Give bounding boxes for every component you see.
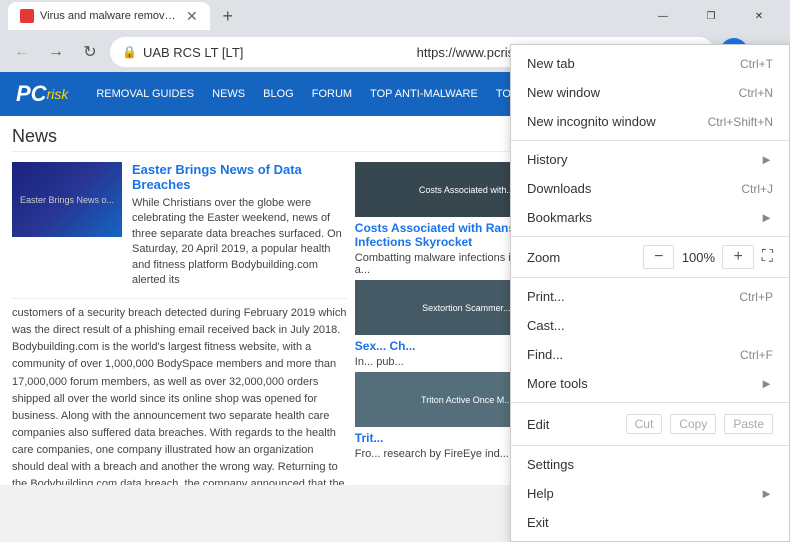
tab-close-button[interactable]: ✕ bbox=[186, 8, 198, 25]
main-article-image: Easter Brings News o... bbox=[12, 162, 122, 237]
main-article-text: While Christians over the globe were cel… bbox=[132, 196, 347, 288]
browser-tab[interactable]: Virus and malware removal instr... ✕ bbox=[8, 2, 210, 30]
more-tools-arrow-icon: ► bbox=[760, 376, 773, 391]
history-arrow-icon: ► bbox=[760, 152, 773, 167]
cut-button[interactable]: Cut bbox=[626, 414, 663, 434]
paste-button[interactable]: Paste bbox=[724, 414, 773, 434]
minimize-button[interactable]: — bbox=[640, 0, 686, 32]
menu-item-print[interactable]: Print... Ctrl+P bbox=[511, 282, 789, 311]
new-tab-button[interactable]: + bbox=[214, 2, 242, 30]
zoom-control: Zoom − 100% + ⛶ bbox=[511, 241, 789, 273]
menu-item-help[interactable]: Help ► bbox=[511, 479, 789, 508]
context-menu: New tab Ctrl+T New window Ctrl+N New inc… bbox=[510, 44, 790, 542]
zoom-value: 100% bbox=[678, 250, 718, 265]
title-bar: Virus and malware removal instr... ✕ + —… bbox=[0, 0, 790, 32]
zoom-plus-button[interactable]: + bbox=[722, 245, 753, 269]
menu-section-3: Print... Ctrl+P Cast... Find... Ctrl+F M… bbox=[511, 278, 789, 403]
menu-section-4: Settings Help ► Exit bbox=[511, 446, 789, 541]
nav-anti-malware[interactable]: TOP ANTI-MALWARE bbox=[362, 84, 486, 104]
menu-item-bookmarks[interactable]: Bookmarks ► bbox=[511, 203, 789, 232]
site-logo[interactable]: PC risk bbox=[16, 81, 68, 107]
main-article: Easter Brings News o... Easter Brings Ne… bbox=[12, 162, 347, 485]
menu-section-zoom: Zoom − 100% + ⛶ bbox=[511, 237, 789, 278]
logo-risk: risk bbox=[47, 86, 69, 102]
main-article-content: Easter Brings News of Data Breaches Whil… bbox=[132, 162, 347, 288]
menu-item-downloads[interactable]: Downloads Ctrl+J bbox=[511, 174, 789, 203]
tab-title: Virus and malware removal instr... bbox=[40, 10, 180, 22]
tab-favicon bbox=[20, 9, 34, 23]
main-article-full-text: customers of a security breach detected … bbox=[12, 298, 347, 485]
menu-item-find[interactable]: Find... Ctrl+F bbox=[511, 340, 789, 369]
main-article-image-inner: Easter Brings News o... bbox=[12, 162, 122, 237]
menu-section-2: History ► Downloads Ctrl+J Bookmarks ► bbox=[511, 141, 789, 237]
menu-item-new-window[interactable]: New window Ctrl+N bbox=[511, 78, 789, 107]
news-section-title: News bbox=[12, 126, 578, 152]
close-button[interactable]: ✕ bbox=[736, 0, 782, 32]
secure-icon: 🔒 bbox=[122, 45, 137, 59]
forward-button[interactable]: → bbox=[42, 38, 70, 66]
zoom-minus-button[interactable]: − bbox=[643, 245, 674, 269]
menu-section-1: New tab Ctrl+T New window Ctrl+N New inc… bbox=[511, 45, 789, 141]
nav-blog[interactable]: BLOG bbox=[255, 84, 302, 104]
nav-forum[interactable]: FORUM bbox=[304, 84, 360, 104]
menu-item-more-tools[interactable]: More tools ► bbox=[511, 369, 789, 398]
news-main: Easter Brings News o... Easter Brings Ne… bbox=[12, 162, 347, 288]
nav-news[interactable]: NEWS bbox=[204, 84, 253, 104]
help-arrow-icon: ► bbox=[760, 486, 773, 501]
restore-button[interactable]: ❒ bbox=[688, 0, 734, 32]
content-left: News Easter Brings News o... Easter Brin… bbox=[0, 116, 590, 485]
reload-button[interactable]: ↻ bbox=[76, 38, 104, 66]
url-protocol: UAB RCS LT [LT] bbox=[143, 45, 411, 60]
main-article-title[interactable]: Easter Brings News of Data Breaches bbox=[132, 162, 347, 192]
zoom-fullscreen-button[interactable]: ⛶ bbox=[762, 248, 773, 266]
menu-item-history[interactable]: History ► bbox=[511, 145, 789, 174]
menu-item-incognito[interactable]: New incognito window Ctrl+Shift+N bbox=[511, 107, 789, 136]
nav-removal-guides[interactable]: REMOVAL GUIDES bbox=[88, 84, 202, 104]
menu-item-new-tab[interactable]: New tab Ctrl+T bbox=[511, 49, 789, 78]
menu-item-edit: Edit Cut Copy Paste bbox=[511, 407, 789, 441]
copy-button[interactable]: Copy bbox=[670, 414, 716, 434]
menu-item-exit[interactable]: Exit bbox=[511, 508, 789, 537]
menu-item-cast[interactable]: Cast... bbox=[511, 311, 789, 340]
menu-section-edit: Edit Cut Copy Paste bbox=[511, 403, 789, 446]
bookmarks-arrow-icon: ► bbox=[760, 210, 773, 225]
logo-pc: PC bbox=[16, 81, 47, 107]
menu-item-settings[interactable]: Settings bbox=[511, 450, 789, 479]
window-controls: — ❒ ✕ bbox=[640, 0, 782, 32]
back-button[interactable]: ← bbox=[8, 38, 36, 66]
